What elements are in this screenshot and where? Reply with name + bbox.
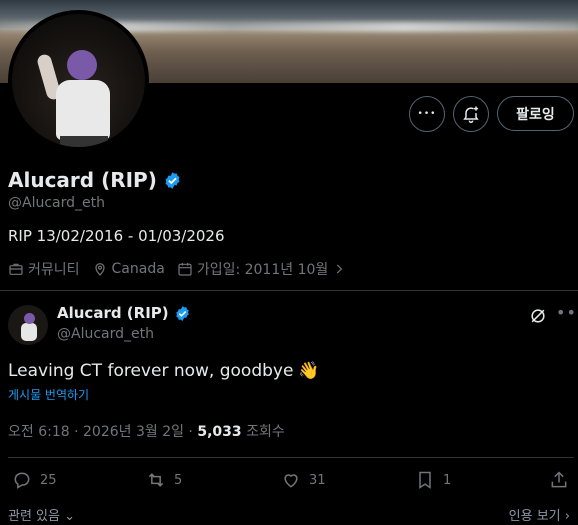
briefcase-icon — [9, 263, 23, 275]
quotes-label: 인용 보기 — [508, 509, 561, 524]
profile-bio: RIP 13/02/2016 - 01/03/2026 — [8, 227, 225, 245]
tweet-actions: 25 5 31 1 — [0, 470, 578, 496]
tweet-timestamp-views: 오전 6:18 · 2026년 3월 2일 · 5,033 조회수 — [8, 421, 285, 441]
meta-category[interactable]: 커뮤니티 — [8, 259, 80, 279]
profile-meta: 커뮤니티 Canada 가입일: 2011년 10월 — [8, 259, 358, 279]
tweet-views-count: 5,033 — [197, 424, 242, 440]
category-label: 커뮤니티 — [28, 262, 80, 278]
actions-divider — [8, 457, 574, 458]
tweet-timestamp[interactable]: 오전 6:18 · 2026년 3월 2일 · — [8, 424, 197, 440]
verified-badge-icon — [165, 171, 180, 189]
notification-bell-button[interactable] — [453, 96, 489, 132]
share-button[interactable] — [549, 470, 569, 490]
view-quotes-link[interactable]: 인용 보기 › — [509, 505, 570, 524]
share-icon — [551, 471, 567, 488]
reply-count: 25 — [40, 472, 57, 488]
calendar-icon — [178, 263, 192, 276]
tweet-author-handle[interactable]: @Alucard_eth — [57, 326, 154, 342]
profile-avatar[interactable] — [8, 10, 149, 151]
waving-hand-emoji: 👋 — [298, 361, 320, 381]
location-pin-icon — [94, 263, 105, 276]
display-name-text: Alucard (RIP) — [8, 168, 157, 192]
meta-location: Canada — [92, 261, 165, 277]
relevant-label: 관련 있음 — [8, 509, 60, 524]
chevron-down-icon: ⌄ — [59, 509, 76, 524]
tweet-text: Leaving CT forever now, goodbye 👋 — [8, 361, 320, 381]
tweet-avatar-head — [24, 313, 35, 324]
tweet-author-name[interactable]: Alucard (RIP) — [57, 304, 191, 322]
tweet-text-body: Leaving CT forever now, goodbye — [8, 361, 294, 381]
like-count: 31 — [309, 472, 326, 488]
repost-icon — [148, 473, 164, 487]
repost-button[interactable]: 5 — [146, 470, 182, 490]
profile-handle: @Alucard_eth — [8, 195, 105, 211]
bookmark-icon — [419, 471, 431, 489]
verified-badge-icon — [175, 305, 189, 321]
like-button[interactable]: 31 — [281, 470, 326, 490]
location-label: Canada — [111, 261, 165, 277]
tweet-more-icon[interactable]: ••• — [556, 303, 578, 322]
following-button[interactable]: 팔로잉 — [497, 96, 574, 131]
avatar-legs — [60, 136, 108, 147]
tweet-author-name-text: Alucard (RIP) — [57, 304, 169, 322]
tweet-author-avatar[interactable] — [8, 305, 48, 345]
section-divider — [0, 290, 578, 291]
tweet-footer: 관련 있음 ⌄ 인용 보기 › — [0, 505, 578, 525]
tweet-avatar-torso — [21, 323, 37, 341]
chevron-right-icon — [337, 264, 343, 274]
bookmark-count: 1 — [443, 472, 452, 488]
joined-label: 가입일: 2011년 10월 — [196, 262, 329, 278]
more-icon: ••• — [417, 109, 437, 119]
translate-post-link[interactable]: 게시물 번역하기 — [8, 386, 89, 403]
meta-joined[interactable]: 가입일: 2011년 10월 — [177, 259, 346, 279]
heart-icon — [284, 474, 298, 488]
more-options-button[interactable]: ••• — [409, 96, 445, 132]
reply-icon — [14, 472, 30, 489]
avatar-torso — [56, 80, 110, 140]
relevant-replies-dropdown[interactable]: 관련 있음 ⌄ — [8, 505, 75, 524]
chevron-right-icon: › — [560, 509, 570, 524]
avatar-head — [67, 50, 97, 80]
reply-button[interactable]: 25 — [12, 470, 57, 490]
tweet-views-label: 조회수 — [241, 424, 285, 440]
profile-display-name: Alucard (RIP) — [8, 168, 182, 192]
grok-icon[interactable] — [528, 306, 548, 326]
bell-plus-icon — [463, 106, 479, 124]
bookmark-button[interactable]: 1 — [415, 470, 451, 490]
repost-count: 5 — [174, 472, 183, 488]
